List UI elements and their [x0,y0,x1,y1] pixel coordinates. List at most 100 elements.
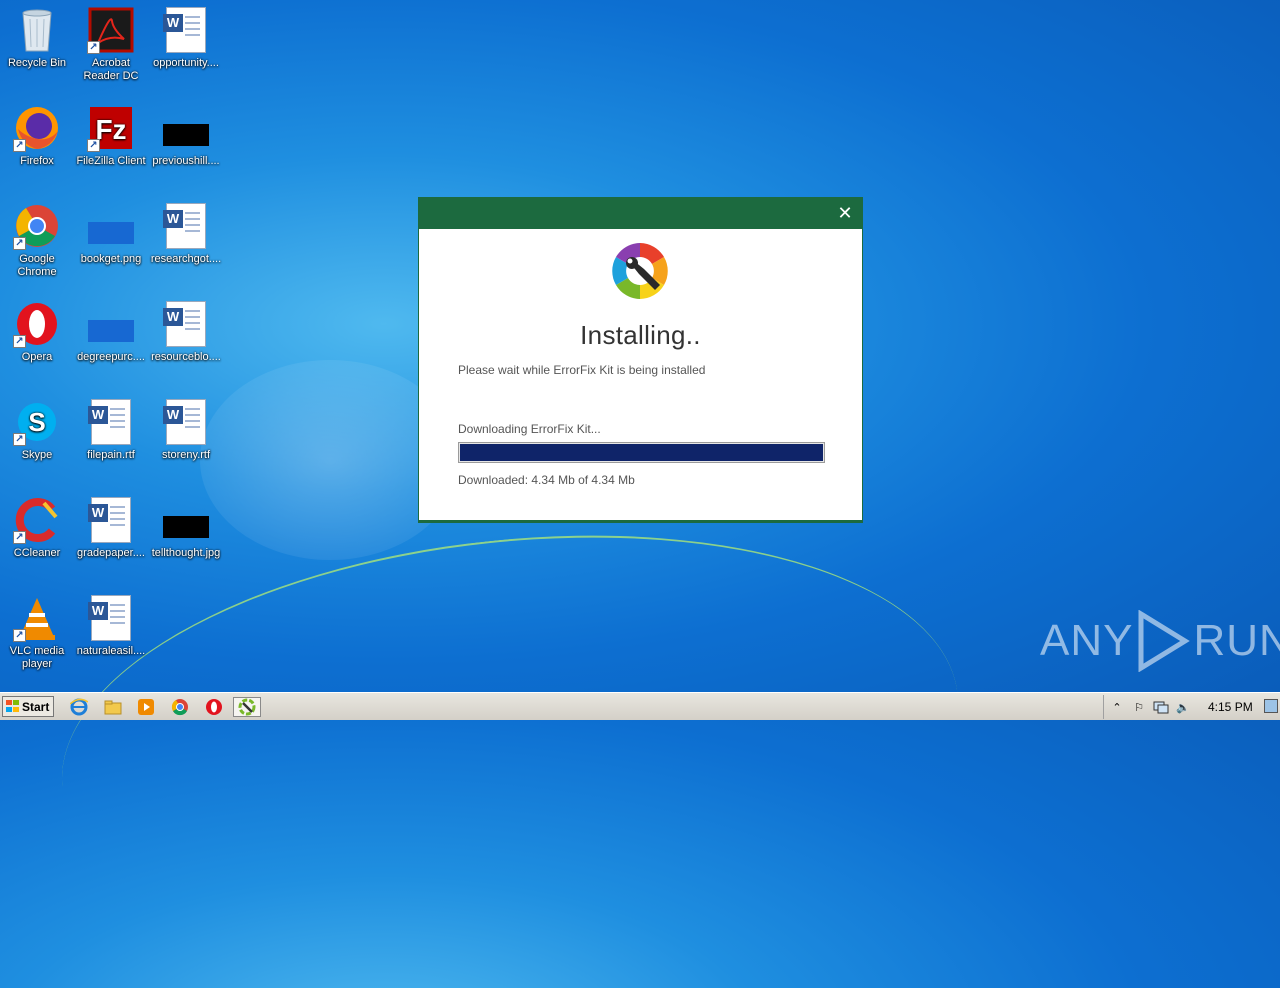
desktop-icon-opera[interactable]: ↗ Opera [0,294,74,364]
desktop-icon-skype[interactable]: S ↗ Skype [0,392,74,462]
start-label: Start [22,699,50,714]
desktop-icon-acrobat[interactable]: ↗ Acrobat Reader DC [74,0,148,83]
icon-label: Opera [21,351,53,363]
icon-label: previoushill.... [152,155,220,167]
watermark-text-right: RUN [1193,616,1280,665]
clock[interactable]: 4:15 PM [1208,700,1253,714]
firefox-icon: ↗ [13,104,61,152]
icon-label: opportunity.... [153,57,219,69]
shortcut-arrow-icon: ↗ [13,531,26,544]
desktop-icon-filepain[interactable]: W filepain.rtf [74,392,148,462]
icon-label: Skype [21,449,53,461]
desktop-icon-ccleaner[interactable]: ↗ CCleaner [0,490,74,560]
desktop-icon-vlc[interactable]: ↗ VLC media player [0,588,74,671]
acrobat-icon: ↗ [87,6,135,54]
system-tray: ⌃ ⚐ 🔈 4:15 PM [1103,695,1280,719]
desktop-icon-chrome[interactable]: ↗ Google Chrome [0,196,74,279]
desktop-icon-researchgot[interactable]: W researchgot.... [149,196,223,266]
shortcut-arrow-icon: ↗ [87,139,100,152]
desktop-icon-bookget[interactable]: bookget.png [74,196,148,266]
shortcut-arrow-icon: ↗ [13,139,26,152]
svg-text:S: S [28,407,45,437]
word-doc-icon: W [162,6,210,54]
desktop-icon-previoushill[interactable]: previoushill.... [149,98,223,168]
icon-label: FileZilla Client [76,155,146,167]
show-desktop-button[interactable] [1264,699,1278,713]
desktop-icon-filezilla[interactable]: Fz ↗ FileZilla Client [74,98,148,168]
icon-label: Google Chrome [17,253,57,278]
word-doc-icon: W [87,496,135,544]
ie-icon[interactable] [68,697,90,717]
recycle-bin-icon [13,6,61,54]
anyrun-watermark: ANY RUN [1040,606,1280,676]
dialog-heading: Installing.. [580,320,701,350]
image-thumbnail-icon [162,104,210,152]
desktop-icon-firefox[interactable]: ↗ Firefox [0,98,74,168]
close-button[interactable]: ✕ [836,204,854,222]
start-button[interactable]: Start [2,696,54,717]
icon-label: storeny.rtf [161,449,211,461]
opera-icon[interactable] [203,697,225,717]
shortcut-arrow-icon: ↗ [13,237,26,250]
chrome-icon: ↗ [13,202,61,250]
dialog-titlebar[interactable]: ✕ [419,198,862,229]
desktop-icon-resourceblo[interactable]: W resourceblo.... [149,294,223,364]
word-doc-icon: W [162,398,210,446]
desktop-icon-storeny[interactable]: W storeny.rtf [149,392,223,462]
action-center-flag-icon[interactable]: ⚐ [1130,699,1148,715]
icon-label: tellthought.jpg [151,547,221,559]
icon-label: researchgot.... [150,253,222,265]
word-doc-icon: W [162,300,210,348]
icon-label: naturaleasil.... [76,645,146,657]
taskbar: Start ⌃ ⚐ 🔈 4:15 PM [0,692,1280,720]
icon-label: Firefox [20,155,54,167]
desktop-icon-degreepurc[interactable]: degreepurc.... [74,294,148,364]
desktop-icon-tellthought[interactable]: tellthought.jpg [149,490,223,560]
show-hidden-icons-icon[interactable]: ⌃ [1108,699,1126,715]
volume-icon[interactable]: 🔈 [1174,699,1192,715]
word-doc-icon: W [87,398,135,446]
dialog-bottom-border [419,520,862,522]
icon-label: gradepaper.... [77,547,145,559]
shortcut-arrow-icon: ↗ [13,433,26,446]
desktop-icon-naturaleasil[interactable]: W naturaleasil.... [74,588,148,658]
downloaded-text: Downloaded: 4.34 Mb of 4.34 Mb [458,473,635,487]
word-doc-icon: W [87,594,135,642]
desktop-icon-gradepaper[interactable]: W gradepaper.... [74,490,148,560]
icon-label: resourceblo.... [151,351,221,363]
shortcut-arrow-icon: ↗ [87,41,100,54]
progress-bar [458,442,825,463]
image-thumbnail-icon [87,202,135,250]
vlc-icon: ↗ [13,594,61,642]
icon-label: VLC media player [9,645,65,670]
chrome-icon[interactable] [169,697,191,717]
desktop-icon-opportunity[interactable]: W opportunity.... [149,0,223,70]
shortcut-arrow-icon: ↗ [13,335,26,348]
filezilla-icon: Fz ↗ [87,104,135,152]
wallpaper-light-streak [41,494,979,988]
icon-label: Acrobat Reader DC [83,57,139,82]
media-player-icon[interactable] [135,697,157,717]
skype-icon: S ↗ [13,398,61,446]
dialog-subtitle: Please wait while ErrorFix Kit is being … [458,363,706,377]
installer-dialog: ✕ Installing.. Please wait while ErrorFi… [419,198,862,522]
shortcut-arrow-icon: ↗ [13,629,26,642]
play-triangle-icon [1138,610,1191,672]
svg-text:Fz: Fz [95,114,126,145]
watermark-text-left: ANY [1040,616,1134,665]
explorer-icon[interactable] [102,697,124,717]
icon-label: bookget.png [80,253,142,265]
word-doc-icon: W [162,202,210,250]
desktop-icon-recycle-bin[interactable]: Recycle Bin [0,0,74,70]
network-icon[interactable] [1152,699,1170,715]
errorfix-installer-icon[interactable] [233,697,261,717]
image-thumbnail-icon [87,300,135,348]
download-status: Downloading ErrorFix Kit... [458,422,601,436]
ccleaner-icon: ↗ [13,496,61,544]
progress-fill [460,444,823,461]
windows-logo-icon [6,700,20,713]
opera-icon: ↗ [13,300,61,348]
icon-label: Recycle Bin [7,57,67,69]
icon-label: filepain.rtf [87,449,135,461]
gear-wrench-icon [609,240,671,302]
